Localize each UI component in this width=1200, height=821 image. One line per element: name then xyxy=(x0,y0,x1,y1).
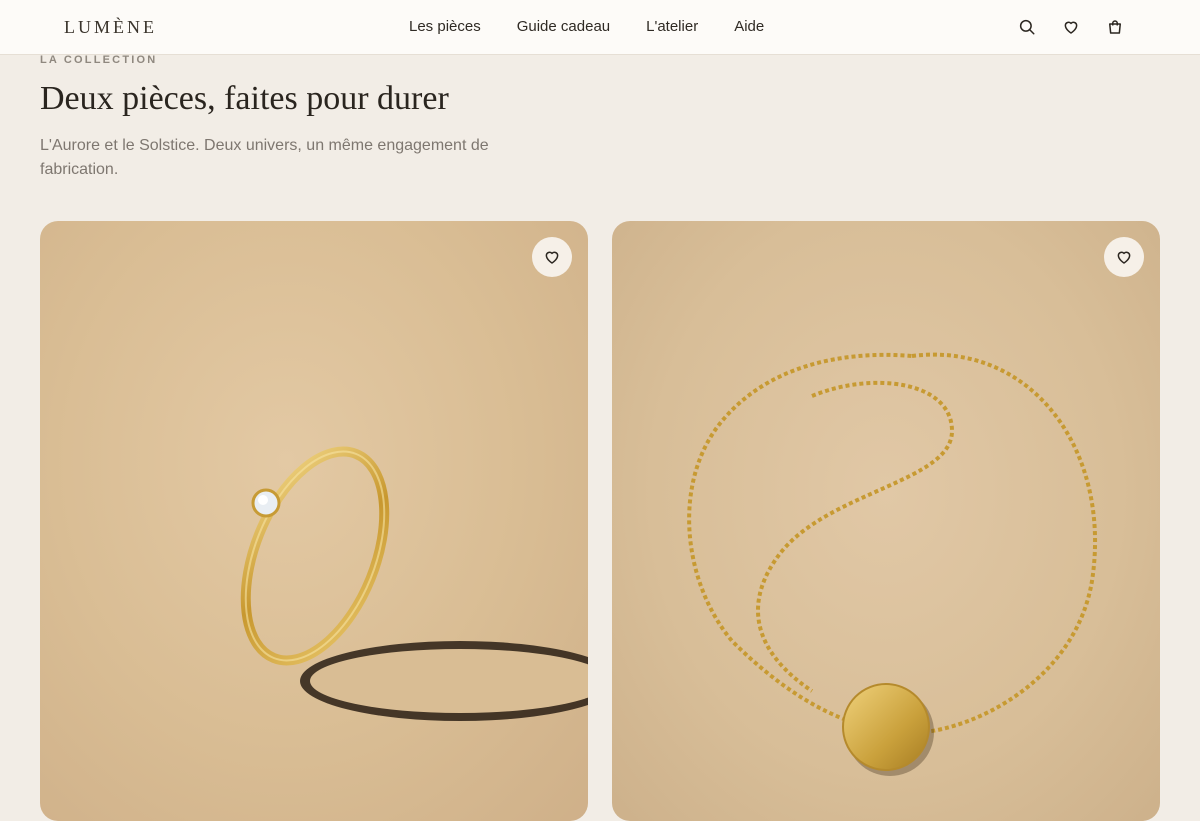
header-actions xyxy=(1017,16,1125,38)
section-title: Deux pièces, faites pour durer xyxy=(40,80,449,117)
ring-photo xyxy=(240,446,588,721)
nav-item-les-pieces[interactable]: Les pièces xyxy=(409,18,481,35)
heart-icon xyxy=(1117,251,1131,264)
heart-icon xyxy=(545,251,559,264)
section-eyebrow: LA COLLECTION xyxy=(40,54,158,66)
nav-item-guide-cadeau[interactable]: Guide cadeau xyxy=(517,18,610,35)
product-card-ring[interactable] xyxy=(40,221,588,821)
nav-item-aide[interactable]: Aide xyxy=(734,18,764,35)
favorite-button[interactable] xyxy=(1104,237,1144,277)
search-icon[interactable] xyxy=(1017,16,1037,38)
main-nav: Les pièces Guide cadeau L'atelier Aide xyxy=(409,18,764,35)
product-card-bracelet[interactable] xyxy=(612,221,1160,821)
section-subtitle: L'Aurore et le Solstice. Deux univers, u… xyxy=(40,137,489,178)
site-header: LUMÈNE Les pièces Guide cadeau L'atelier… xyxy=(0,0,1200,55)
bracelet-photo xyxy=(687,352,1098,776)
nav-item-latelier[interactable]: L'atelier xyxy=(646,18,698,35)
heart-icon[interactable] xyxy=(1061,16,1081,38)
brand-logo[interactable]: LUMÈNE xyxy=(64,17,157,38)
bag-icon[interactable] xyxy=(1105,16,1125,38)
favorite-button[interactable] xyxy=(532,237,572,277)
